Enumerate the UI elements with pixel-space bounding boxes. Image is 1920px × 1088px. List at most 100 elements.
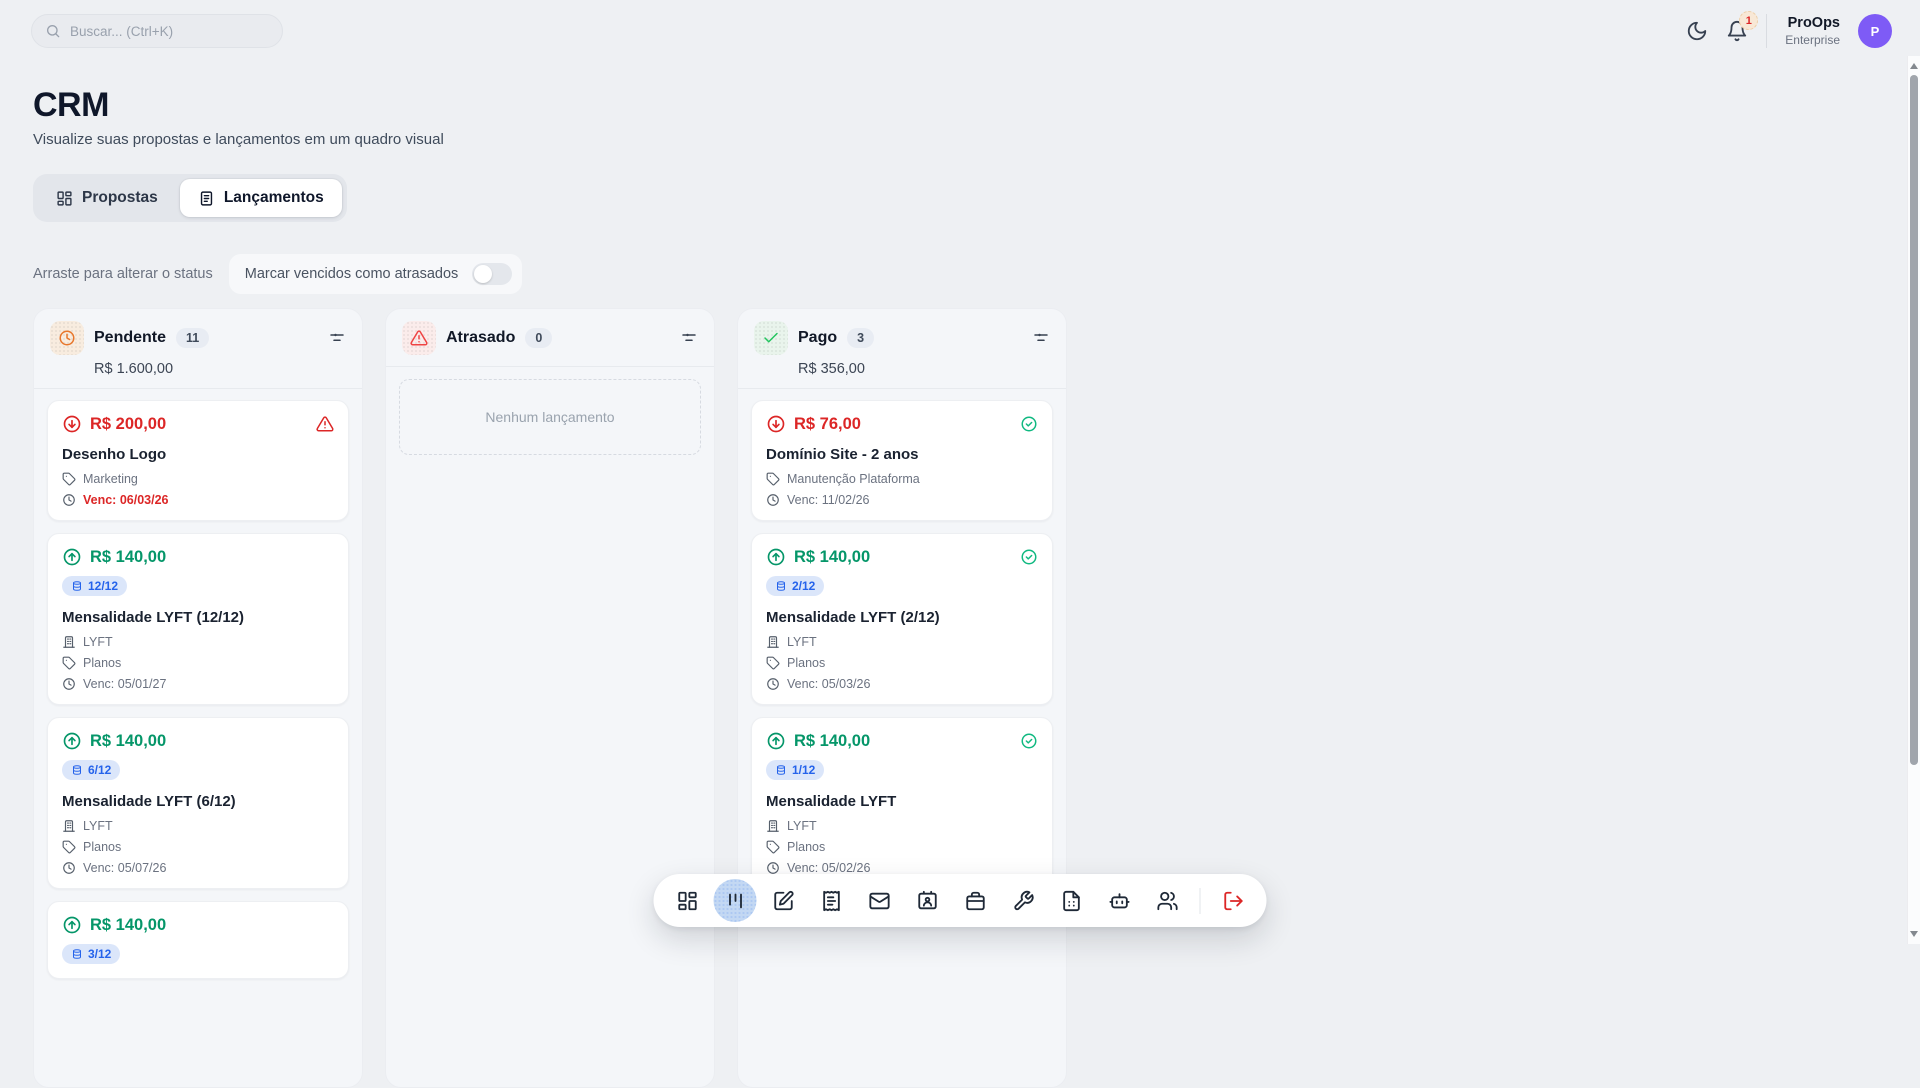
card-amount-group: R$ 140,00: [62, 915, 166, 935]
coins-icon: [71, 580, 83, 592]
installment-count: 6/12: [88, 763, 111, 777]
toggle-label: Marcar vencidos como atrasados: [245, 266, 459, 282]
installment-count: 1/12: [792, 763, 815, 777]
file-report-icon: [1060, 890, 1082, 912]
card-amount: R$ 140,00: [90, 548, 166, 567]
search-bar[interactable]: [31, 14, 283, 48]
column-title-row: Atrasado0: [402, 321, 698, 355]
card-category-label: Planos: [787, 656, 825, 670]
card-top-row: R$ 76,00: [766, 414, 1038, 434]
launch-card[interactable]: R$ 140,001/12Mensalidade LYFTLYFTPlanosV…: [751, 717, 1053, 889]
dock-briefcase-button[interactable]: [954, 879, 997, 922]
column-status-chip: [754, 321, 788, 355]
card-amount-group: R$ 76,00: [766, 414, 861, 434]
card-meta: LYFTPlanosVenc: 05/02/26: [766, 819, 1038, 875]
toggle-knob: [474, 265, 492, 283]
column-count-badge: 3: [847, 328, 874, 348]
launch-card[interactable]: R$ 200,00Desenho LogoMarketingVenc: 06/0…: [47, 400, 349, 521]
card-company-label: LYFT: [787, 635, 817, 649]
dock-automation-button[interactable]: [1098, 879, 1141, 922]
card-amount-group: R$ 200,00: [62, 414, 166, 434]
launch-card[interactable]: R$ 140,006/12Mensalidade LYFT (6/12)LYFT…: [47, 717, 349, 889]
scrollbar-thumb[interactable]: [1910, 75, 1918, 765]
check-circle-icon: [1020, 415, 1038, 433]
launch-card[interactable]: R$ 140,00 3/12: [47, 901, 349, 979]
notifications-button[interactable]: 1: [1726, 20, 1748, 42]
toggle-switch[interactable]: [472, 263, 512, 285]
card-title: Mensalidade LYFT (12/12): [62, 609, 334, 626]
column-filter-button[interactable]: [680, 329, 698, 347]
dock-kanban-button[interactable]: [714, 879, 757, 922]
card-due-date-label: Venc: 06/03/26: [83, 493, 168, 507]
drag-hint-label: Arraste para alterar o status: [33, 266, 213, 282]
dark-mode-toggle[interactable]: [1686, 20, 1708, 42]
company-icon: [62, 635, 76, 649]
column-header-atrasado: Atrasado0: [386, 309, 714, 367]
tag-icon: [62, 656, 76, 670]
dock-inbox-button[interactable]: [858, 879, 901, 922]
column-pago: Pago3R$ 356,00R$ 76,00Domínio Site - 2 a…: [737, 308, 1067, 1088]
installment-badge: 3/12: [62, 944, 120, 964]
installment-count: 2/12: [792, 579, 815, 593]
logout-icon: [1222, 890, 1244, 912]
card-due-date: Venc: 05/01/27: [62, 677, 334, 691]
scroll-down-arrow[interactable]: [1910, 931, 1918, 937]
tab-propostas[interactable]: Propostas: [38, 179, 176, 217]
column-filter-button[interactable]: [328, 329, 346, 347]
dock-proposals-button[interactable]: [762, 879, 805, 922]
card-category-label: Manutenção Plataforma: [787, 472, 920, 486]
dock-reports-button[interactable]: [1050, 879, 1093, 922]
page-subtitle: Visualize suas propostas e lançamentos e…: [33, 131, 1920, 148]
org-name: ProOps: [1785, 14, 1840, 32]
avatar[interactable]: P: [1858, 14, 1892, 48]
company-icon: [62, 819, 76, 833]
dock-contacts-button[interactable]: [906, 879, 949, 922]
launch-card[interactable]: R$ 140,002/12Mensalidade LYFT (2/12)LYFT…: [751, 533, 1053, 705]
dock-logout-button[interactable]: [1212, 879, 1255, 922]
view-tabs: PropostasLançamentos: [33, 174, 347, 222]
column-filter-button[interactable]: [1032, 329, 1050, 347]
filter-icon: [328, 329, 346, 347]
card-meta: Manutenção PlataformaVenc: 11/02/26: [766, 472, 1038, 507]
clock-icon: [766, 677, 780, 691]
vertical-scrollbar[interactable]: [1907, 56, 1920, 944]
filter-icon: [680, 329, 698, 347]
dock-receipts-button[interactable]: [810, 879, 853, 922]
card-category: Planos: [766, 656, 1038, 670]
coins-icon: [71, 948, 83, 960]
alert-triangle-icon: [410, 329, 428, 347]
circle-arrow-up-icon: [62, 731, 82, 751]
tag-icon: [766, 472, 780, 486]
installment-badge: 1/12: [766, 760, 824, 780]
card-top-row: R$ 200,00: [62, 414, 334, 434]
coins-icon: [775, 764, 787, 776]
column-title: Atrasado: [446, 329, 515, 347]
circle-arrow-down-icon: [766, 414, 786, 434]
clock-icon: [58, 329, 76, 347]
mark-overdue-toggle-pill[interactable]: Marcar vencidos como atrasados: [229, 254, 523, 294]
card-company-label: LYFT: [83, 819, 113, 833]
card-due-date: Venc: 05/02/26: [766, 861, 1038, 875]
file-pen-icon: [772, 890, 794, 912]
card-amount: R$ 76,00: [794, 415, 861, 434]
launch-card[interactable]: R$ 76,00Domínio Site - 2 anosManutenção …: [751, 400, 1053, 521]
search-input[interactable]: [70, 24, 269, 39]
card-due-date: Venc: 05/07/26: [62, 861, 334, 875]
dock-team-button[interactable]: [1146, 879, 1189, 922]
column-cards: R$ 76,00Domínio Site - 2 anosManutenção …: [738, 389, 1066, 900]
card-company: LYFT: [766, 635, 1038, 649]
coins-icon: [71, 764, 83, 776]
tag-icon: [62, 472, 76, 486]
scroll-up-arrow[interactable]: [1910, 63, 1918, 69]
card-amount-group: R$ 140,00: [766, 547, 870, 567]
main-content: CRM Visualize suas propostas e lançament…: [0, 86, 1920, 1088]
tab-lancamentos[interactable]: Lançamentos: [180, 179, 342, 217]
dock-dashboard-button[interactable]: [666, 879, 709, 922]
column-status-chip: [402, 321, 436, 355]
column-atrasado: Atrasado0Nenhum lançamento: [385, 308, 715, 1088]
filter-icon: [1032, 329, 1050, 347]
card-category: Manutenção Plataforma: [766, 472, 1038, 486]
card-category: Planos: [62, 840, 334, 854]
dock-services-button[interactable]: [1002, 879, 1045, 922]
launch-card[interactable]: R$ 140,0012/12Mensalidade LYFT (12/12)LY…: [47, 533, 349, 705]
